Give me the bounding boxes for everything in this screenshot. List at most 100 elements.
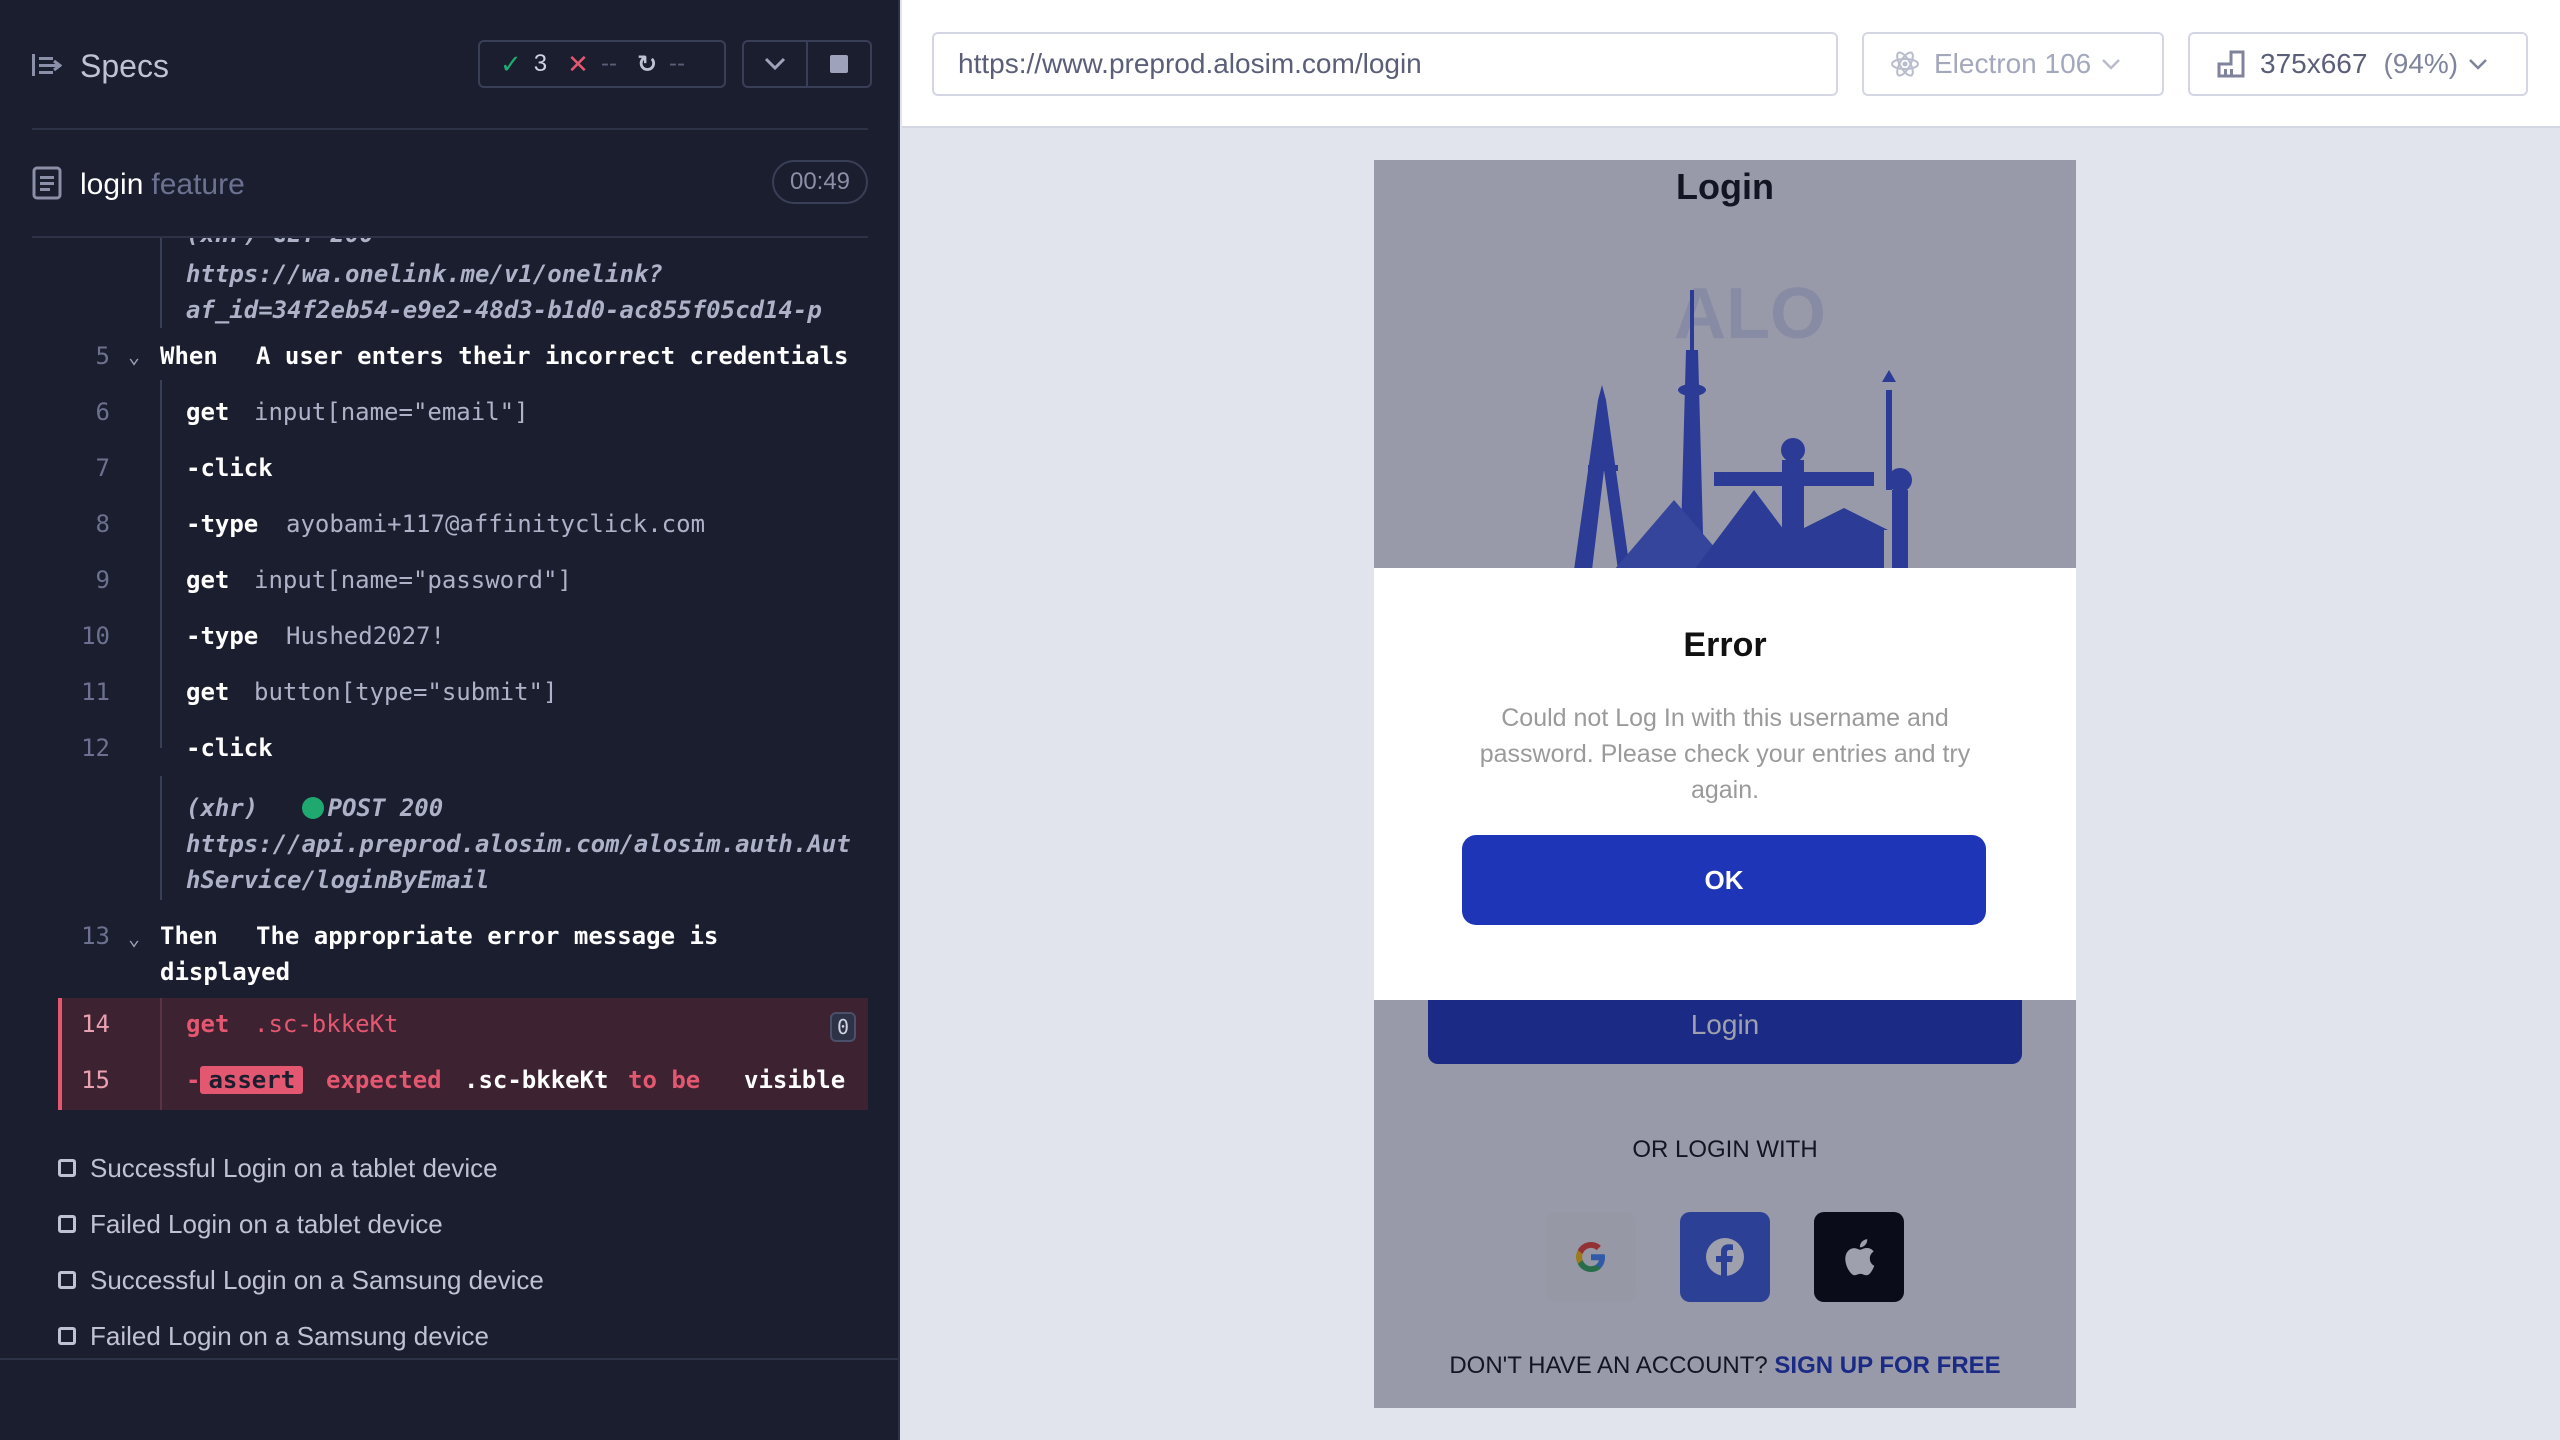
- failed-commands-block: 14 get .sc-bkkeKt 0 15 - assert expected …: [58, 998, 868, 1110]
- line-number: 14: [81, 1010, 110, 1038]
- xhr-status: POST 200: [327, 794, 444, 822]
- application-frame: Login ALO Login OR LOGIN WITH DON'T HAVE…: [1374, 160, 2076, 1408]
- app-preview: https://www.preprod.alosim.com/login Ele…: [902, 0, 2560, 1440]
- command-name: -click: [186, 454, 273, 482]
- command-name: get: [186, 398, 230, 426]
- xhr-url-line: https://wa.onelink.me/v1/onelink?: [186, 260, 663, 288]
- command-log-panel: Specs ✓ 3 ✕ -- ↻ -- login feature 00:49 …: [0, 0, 900, 1440]
- ruler-icon: [2216, 49, 2246, 79]
- line-number: 12: [81, 734, 110, 762]
- assert-prefix: - assert: [186, 1066, 304, 1094]
- command-name: get: [186, 678, 230, 706]
- step-row-when[interactable]: 5 ⌄ When A user enters their incorrect c…: [58, 342, 868, 378]
- step-guide-line: [160, 776, 162, 900]
- line-number: 10: [81, 622, 110, 650]
- test-item[interactable]: Failed Login on a Samsung device: [58, 1308, 878, 1364]
- failed-count: --: [600, 50, 617, 77]
- assert-selector: .sc-bkkeKt: [464, 1066, 609, 1094]
- xhr-url-line: https://api.preprod.alosim.com/alosim.au…: [186, 830, 851, 858]
- test-label: Successful Login on a tablet device: [90, 1152, 498, 1183]
- passed-count: 3: [533, 50, 548, 77]
- pending-count: --: [669, 50, 686, 77]
- chevron-down-icon: [2101, 58, 2121, 70]
- xhr-previous-label: (xhr) GET 200: [186, 238, 374, 248]
- command-list: (xhr) GET 200 https://wa.onelink.me/v1/o…: [58, 238, 868, 1110]
- electron-icon: [1890, 49, 1920, 79]
- stop-icon: [830, 55, 848, 73]
- line-number: 5: [95, 342, 110, 370]
- command-row-xhr-previous-url[interactable]: https://wa.onelink.me/v1/onelink? af_id=…: [58, 238, 868, 328]
- failed-stat: ✕ --: [567, 49, 617, 80]
- url-field[interactable]: https://www.preprod.alosim.com/login: [932, 32, 1838, 96]
- feature-row[interactable]: login feature 00:49: [0, 150, 900, 220]
- xhr-url-line: af_id=34f2eb54-e9e2-48d3-b1d0-ac855f05cd…: [186, 296, 822, 324]
- status-dot-icon: [301, 797, 324, 819]
- step-guide-line: [160, 380, 162, 748]
- test-status-icon: [58, 1327, 76, 1345]
- zoom-level: (94%): [2383, 48, 2459, 79]
- command-arg: ayobami+117@affinityclick.com: [286, 510, 706, 538]
- assert-expected: expected: [326, 1066, 442, 1094]
- command-name: -click: [186, 734, 273, 762]
- preview-toolbar: https://www.preprod.alosim.com/login Ele…: [902, 0, 2560, 128]
- command-arg: Hushed2027!: [286, 622, 445, 650]
- browser-selector[interactable]: Electron 106: [1862, 32, 2164, 96]
- test-status-icon: [58, 1159, 76, 1177]
- assert-dash: -: [186, 1066, 201, 1094]
- step-guide-line: [160, 238, 162, 328]
- step-row-then[interactable]: 13 ⌄ Then The appropriate error message …: [58, 918, 868, 990]
- browser-name: Electron 106: [1934, 48, 2092, 79]
- element-count-badge: 0: [830, 1012, 856, 1042]
- test-status-icon: [58, 1215, 76, 1233]
- specs-list-icon[interactable]: [32, 52, 62, 78]
- run-stats: ✓ 3 ✕ -- ↻ --: [478, 40, 726, 88]
- expand-collapse-button[interactable]: [742, 40, 808, 88]
- reporter-footer-divider: [0, 1358, 900, 1360]
- viewport-selector[interactable]: 375x667 (94%): [2188, 32, 2528, 96]
- command-name: -type: [186, 622, 259, 650]
- xhr-label: (xhr): [186, 794, 259, 822]
- line-number: 13: [81, 922, 110, 950]
- step-text: A user enters their incorrect credential…: [256, 342, 849, 370]
- test-status-icon: [58, 1271, 76, 1289]
- test-item[interactable]: Successful Login on a Samsung device: [58, 1252, 878, 1308]
- test-label: Failed Login on a Samsung device: [90, 1320, 489, 1351]
- xhr-previous-url: https://wa.onelink.me/v1/onelink? af_id=…: [186, 256, 822, 328]
- xhr-url-line: hService/loginByEmail: [186, 866, 490, 894]
- chevron-down-icon[interactable]: ⌄: [128, 344, 140, 368]
- xhr-status-line: (xhr) POST 200: [186, 790, 851, 826]
- passed-stat: ✓ 3: [500, 49, 547, 80]
- step-guide-line: [160, 998, 162, 1110]
- check-icon: ✓: [500, 48, 522, 79]
- line-number: 7: [95, 454, 110, 482]
- command-arg: input[name="password"]: [254, 566, 572, 594]
- assert-tobe: to be: [628, 1066, 701, 1094]
- command-name: get: [186, 566, 230, 594]
- line-number: 11: [81, 678, 110, 706]
- ok-button[interactable]: OK: [1462, 835, 1986, 925]
- pending-icon: ↻: [636, 50, 658, 78]
- modal-title: Error: [1683, 626, 1767, 664]
- test-list: Successful Login on a tablet device Fail…: [58, 1140, 878, 1364]
- test-item[interactable]: Failed Login on a tablet device: [58, 1196, 878, 1252]
- feature-kind: feature: [151, 168, 245, 201]
- specs-title[interactable]: Specs: [80, 48, 169, 85]
- chevron-down-icon[interactable]: ⌄: [128, 920, 140, 956]
- stop-button[interactable]: [806, 40, 872, 88]
- modal-message: Could not Log In with this username and …: [1479, 704, 1971, 804]
- error-modal: Error Could not Log In with this usernam…: [1374, 568, 2076, 1000]
- assert-state: visible: [744, 1066, 846, 1094]
- command-name: -type: [186, 510, 259, 538]
- pending-stat: ↻ --: [637, 50, 685, 79]
- step-keyword: Then: [160, 922, 218, 950]
- viewport-size: 375x667: [2260, 48, 2368, 79]
- test-item[interactable]: Successful Login on a tablet device: [58, 1140, 878, 1196]
- xhr-entry: (xhr) POST 200 https://api.preprod.alosi…: [186, 790, 851, 898]
- command-row-xhr[interactable]: (xhr) POST 200 https://api.preprod.alosi…: [58, 776, 868, 900]
- step-keyword: When: [160, 342, 218, 370]
- header-divider: [32, 128, 868, 130]
- feature-name: login: [80, 168, 144, 201]
- line-number: 6: [95, 398, 110, 426]
- command-row-xhr-previous[interactable]: (xhr) GET 200: [58, 238, 868, 256]
- line-number: 9: [95, 566, 110, 594]
